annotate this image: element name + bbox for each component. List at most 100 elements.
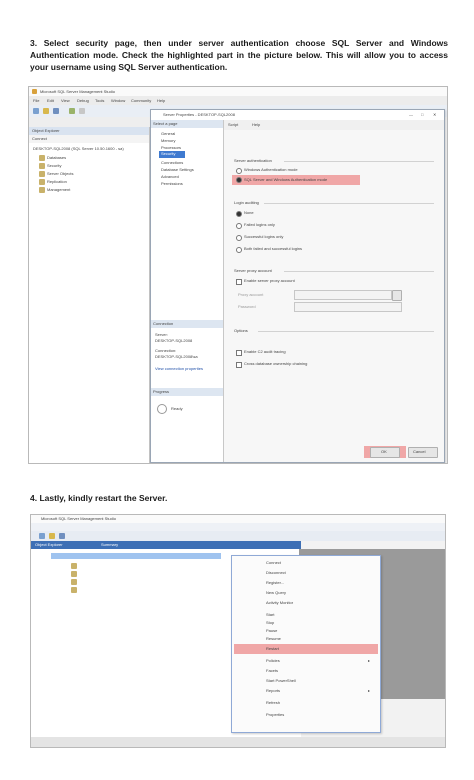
properties-icon[interactable] — [79, 108, 85, 114]
menu-stop[interactable]: Stop — [266, 620, 274, 626]
menu-resume[interactable]: Resume — [266, 636, 281, 642]
menu-new-query[interactable]: New Query — [266, 590, 286, 596]
page-connections[interactable]: Connections — [161, 160, 183, 166]
help-button[interactable]: Help — [252, 122, 260, 128]
proxy-browse-button[interactable] — [392, 290, 402, 301]
selected-server-row[interactable] — [51, 553, 221, 559]
menu-properties[interactable]: Properties — [266, 712, 284, 718]
menu-tools[interactable]: Tools — [95, 98, 104, 104]
page-permissions[interactable]: Permissions — [161, 181, 183, 187]
page-advanced[interactable]: Advanced — [161, 174, 179, 180]
save-icon[interactable] — [59, 533, 65, 539]
menu-policies[interactable]: Policies — [266, 658, 280, 664]
proxy-account-label: Proxy account — [238, 292, 264, 297]
submenu-arrow-icon: ▸ — [368, 658, 371, 663]
open-icon[interactable] — [49, 533, 55, 539]
auth-windows-radio[interactable] — [236, 168, 242, 174]
audit-failed-radio[interactable] — [236, 223, 242, 229]
c2-audit-checkbox[interactable] — [236, 350, 242, 356]
menu-edit[interactable]: Edit — [47, 98, 54, 104]
new-query-icon[interactable] — [33, 108, 39, 114]
menu-start[interactable]: Start — [266, 612, 274, 618]
folder-icon — [71, 571, 77, 577]
proxy-enable-label: Enable server proxy account — [244, 278, 295, 283]
connect-button[interactable]: Connect — [32, 136, 47, 142]
view-connection-properties-link[interactable]: View connection properties — [155, 366, 203, 372]
divider — [284, 271, 434, 272]
menu-register[interactable]: Register... — [266, 580, 284, 586]
minimize-icon[interactable]: — — [409, 112, 413, 118]
screenshot-restart-server: Microsoft SQL Server Management Studio O… — [30, 514, 446, 748]
cross-db-checkbox[interactable] — [236, 362, 242, 368]
menu-refresh[interactable]: Refresh — [266, 700, 280, 706]
page-security-selected[interactable]: Security — [159, 151, 185, 158]
page-security[interactable]: Security — [161, 151, 175, 157]
page-memory[interactable]: Memory — [161, 138, 175, 144]
menu-connect[interactable]: Connect — [266, 560, 281, 566]
menu-pause[interactable]: Pause — [266, 628, 277, 634]
page-database-settings[interactable]: Database Settings — [161, 167, 194, 173]
menu-restart[interactable]: Restart — [266, 646, 279, 652]
menu-file[interactable]: File — [33, 98, 39, 104]
login-auditing-label: Login auditing — [234, 200, 259, 205]
close-icon[interactable]: ✕ — [433, 112, 436, 118]
folder-icon — [39, 187, 45, 193]
script-button[interactable]: Script — [228, 122, 238, 128]
server-context-menu: Connect Disconnect Register... New Query… — [231, 555, 381, 733]
menu-disconnect[interactable]: Disconnect — [266, 570, 286, 576]
progress-title: Progress — [153, 389, 170, 394]
open-icon[interactable] — [43, 108, 49, 114]
folder-icon — [39, 155, 45, 161]
new-query-icon[interactable] — [39, 533, 45, 539]
menu-help[interactable]: Help — [157, 98, 165, 104]
select-page-panel: Select a page General Memory Processors … — [151, 120, 224, 462]
proxy-label: Server proxy account — [234, 268, 272, 273]
tree-item-server-objects[interactable]: Server Objects — [47, 171, 73, 177]
ok-button[interactable]: OK — [370, 447, 400, 458]
tree-item-security[interactable]: Security — [47, 163, 61, 169]
server-properties-dialog: Server Properties - DESKTOP-SQL2008 — □ … — [150, 109, 445, 463]
save-icon[interactable] — [53, 108, 59, 114]
tab-object-explorer[interactable]: Object Explorer — [35, 542, 63, 548]
menu-activity-monitor[interactable]: Activity Monitor — [266, 600, 293, 606]
connection-title: Connection — [153, 321, 174, 326]
app-title-bar: Microsoft SQL Server Management Studio — [29, 87, 447, 96]
proxy-enable-checkbox[interactable] — [236, 279, 242, 285]
tree-item-management[interactable]: Management — [47, 187, 70, 193]
auth-mixed-radio[interactable] — [236, 177, 242, 183]
menu-window[interactable]: Window — [111, 98, 125, 104]
select-page-title: Select a page — [153, 121, 178, 126]
folder-icon — [39, 171, 45, 177]
maximize-icon[interactable]: □ — [421, 112, 423, 118]
tab-summary[interactable]: Summary — [101, 542, 118, 548]
menu-view[interactable]: View — [61, 98, 70, 104]
audit-both-radio[interactable] — [236, 247, 242, 253]
object-explorer-header: Object Explorer — [29, 127, 149, 135]
menu-community[interactable]: Community — [131, 98, 151, 104]
audit-none-radio[interactable] — [236, 211, 242, 217]
folder-icon — [71, 563, 77, 569]
connection-header: Connection — [151, 320, 223, 328]
dialog-toolbar: Script Help — [224, 120, 444, 130]
page-general[interactable]: General — [161, 131, 175, 137]
audit-success-radio[interactable] — [236, 235, 242, 241]
folder-icon — [39, 163, 45, 169]
object-explorer-panel: Object Explorer Connect DESKTOP-SQL2008 … — [29, 127, 150, 463]
menu-facets[interactable]: Facets — [266, 668, 278, 674]
proxy-password-input[interactable] — [294, 302, 402, 312]
tree-item-databases[interactable]: Databases — [47, 155, 66, 161]
object-explorer-tabstrip: Object Explorer Summary — [31, 541, 301, 549]
menu-debug[interactable]: Debug — [77, 98, 89, 104]
tree-root[interactable]: DESKTOP-SQL2008 (SQL Server 10.50.1600 -… — [33, 146, 124, 152]
submenu-arrow-icon: ▸ — [368, 688, 371, 693]
menu-start-powershell[interactable]: Start PowerShell — [266, 678, 296, 684]
proxy-account-input[interactable] — [294, 290, 392, 300]
tree-item-replication[interactable]: Replication — [47, 179, 67, 185]
app2-title: Microsoft SQL Server Management Studio — [41, 516, 116, 521]
cancel-button[interactable]: Cancel — [408, 447, 438, 458]
progress-spinner-icon — [157, 404, 167, 414]
activity-icon[interactable] — [69, 108, 75, 114]
c2-audit-label: Enable C2 audit tracing — [244, 349, 286, 354]
instruction-step3: 3. Select security page, then under serv… — [30, 38, 448, 72]
menu-reports[interactable]: Reports — [266, 688, 280, 694]
